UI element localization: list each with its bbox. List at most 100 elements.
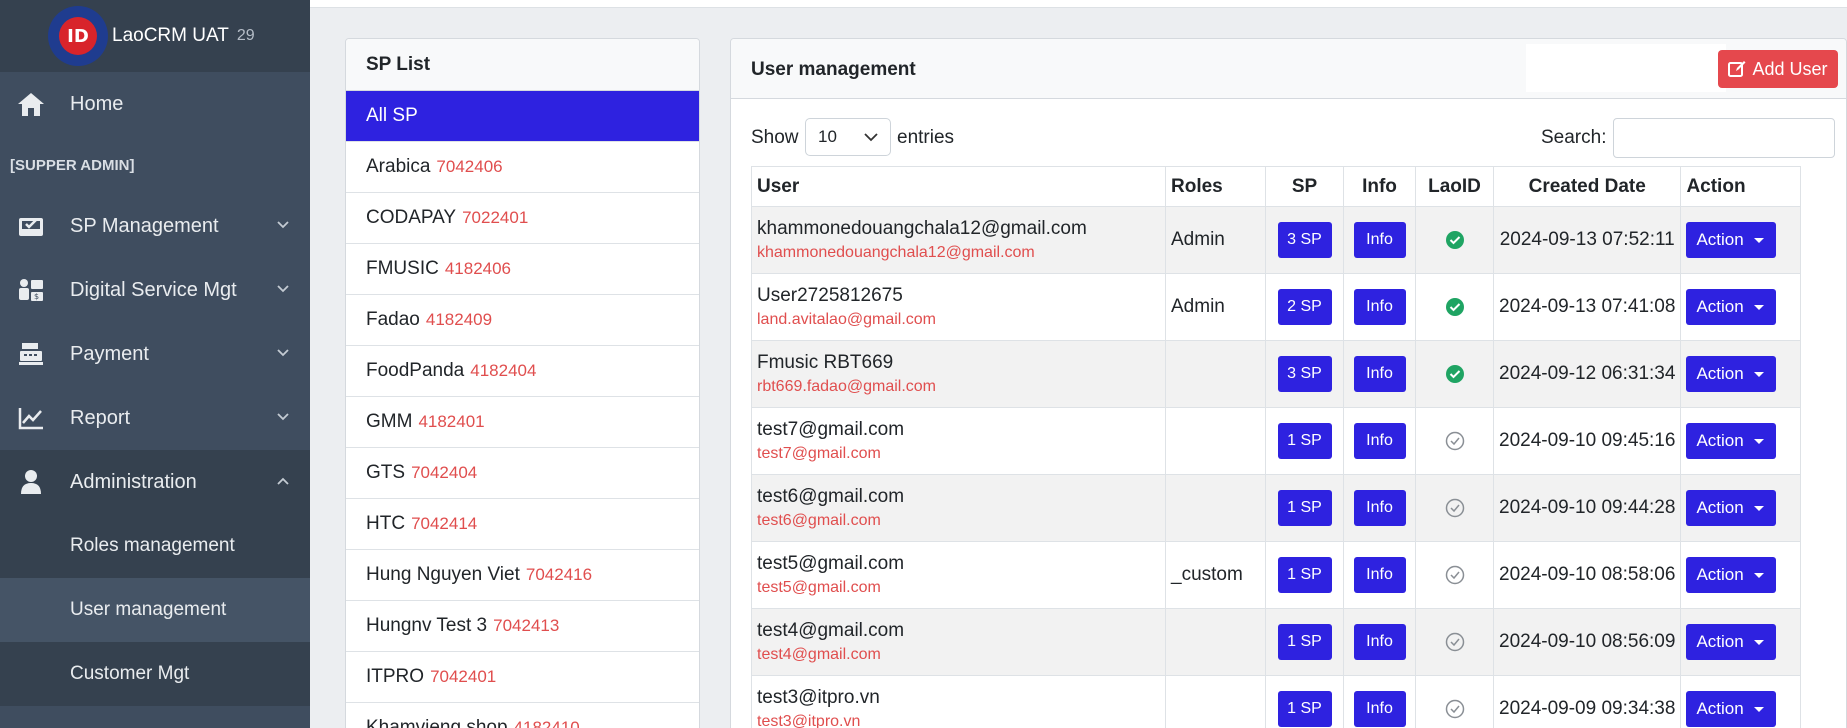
- action-dropdown-button[interactable]: Action: [1686, 624, 1777, 660]
- cell-info: Info: [1343, 541, 1416, 609]
- sp-list-item[interactable]: Hungnv Test 3 7042413: [346, 601, 699, 652]
- caret-down-icon: [1754, 707, 1765, 712]
- info-button[interactable]: Info: [1353, 356, 1406, 392]
- check-circle-icon: [1445, 364, 1465, 384]
- sp-list-item[interactable]: FoodPanda 4182404: [346, 346, 699, 397]
- info-button[interactable]: Info: [1353, 222, 1406, 258]
- cell-action: Action: [1680, 407, 1802, 475]
- cell-action: Action: [1680, 273, 1802, 341]
- check-circle-outline-icon: [1445, 699, 1465, 719]
- sp-list-item[interactable]: ITPRO 7042401: [346, 652, 699, 703]
- action-dropdown-button[interactable]: Action: [1686, 289, 1777, 325]
- sp-code: 7042401: [430, 667, 497, 686]
- check-circle-outline-icon: [1445, 431, 1465, 451]
- sidebar-item-payment[interactable]: Payment: [0, 322, 310, 386]
- sp-code: 4182410: [513, 718, 580, 728]
- info-button[interactable]: Info: [1353, 289, 1406, 325]
- sidebar-item-home[interactable]: Home: [0, 72, 310, 136]
- action-dropdown-button[interactable]: Action: [1686, 691, 1777, 727]
- action-label: Action: [1696, 364, 1744, 383]
- sidebar-item-administration[interactable]: Administration: [0, 450, 310, 514]
- info-button[interactable]: Info: [1353, 624, 1406, 660]
- sp-name: FoodPanda: [366, 360, 465, 381]
- table-row: User2725812675 land.avitalao@gmail.com Adm…: [751, 273, 1802, 341]
- sidebar-item-digital-service[interactable]: $ Digital Service Mgt: [0, 258, 310, 322]
- user-email: test4@gmail.com: [757, 646, 881, 663]
- column-header-action[interactable]: Action: [1680, 166, 1802, 207]
- card-title: User management: [751, 59, 916, 80]
- sp-list-item[interactable]: Arabica 7042406: [346, 142, 699, 193]
- action-dropdown-button[interactable]: Action: [1686, 423, 1777, 459]
- sp-list-item[interactable]: Khamvieng shop 4182410: [346, 703, 699, 728]
- action-dropdown-button[interactable]: Action: [1686, 356, 1777, 392]
- top-bar: [310, 0, 1847, 8]
- cell-role: Admin: [1165, 206, 1266, 274]
- sp-count-button[interactable]: 1 SP: [1277, 423, 1332, 459]
- sp-list-item[interactable]: HTC 7042414: [346, 499, 699, 550]
- search-input[interactable]: [1613, 118, 1835, 158]
- caret-down-icon: [1754, 305, 1765, 310]
- action-dropdown-button[interactable]: Action: [1686, 490, 1777, 526]
- action-dropdown-button[interactable]: Action: [1686, 557, 1777, 593]
- column-header-sp[interactable]: SP: [1265, 166, 1344, 207]
- sidebar-item-customer-mgt[interactable]: Customer Mgt: [0, 642, 310, 706]
- sp-list-item[interactable]: GMM 4182401: [346, 397, 699, 448]
- sp-count-button[interactable]: 1 SP: [1277, 557, 1332, 593]
- caret-down-icon: [1754, 506, 1765, 511]
- sp-count-button[interactable]: 1 SP: [1277, 691, 1332, 727]
- cell-sp: 3 SP: [1265, 206, 1344, 274]
- brand-name: LaoCRM UAT: [112, 25, 229, 46]
- cell-laoid: [1415, 206, 1494, 274]
- info-button[interactable]: Info: [1353, 423, 1406, 459]
- chevron-down-icon: [277, 349, 289, 357]
- cell-user: test7@gmail.com test7@gmail.com: [751, 407, 1166, 475]
- column-header-roles[interactable]: Roles: [1165, 166, 1266, 207]
- column-header-info[interactable]: Info: [1343, 166, 1416, 207]
- sp-name: FMUSIC: [366, 258, 439, 279]
- sp-count-button[interactable]: 3 SP: [1277, 356, 1332, 392]
- column-header-user[interactable]: User: [751, 166, 1166, 207]
- user-name: test6@gmail.com: [757, 486, 905, 507]
- cell-created-date: 2024-09-10 09:45:16: [1492, 407, 1682, 475]
- user-email: test7@gmail.com: [757, 445, 881, 462]
- sidebar-item-sp-management[interactable]: SP Management: [0, 194, 310, 258]
- sp-list-item[interactable]: Hung Nguyen Viet 7042416: [346, 550, 699, 601]
- info-button[interactable]: Info: [1353, 691, 1406, 727]
- table-row: test5@gmail.com test5@gmail.com _custom 1 S…: [751, 541, 1802, 609]
- action-dropdown-button[interactable]: Action: [1686, 222, 1777, 258]
- sidebar-item-roles-management[interactable]: Roles management: [0, 514, 310, 578]
- sidebar-item-report[interactable]: Report: [0, 386, 310, 450]
- sp-count-button[interactable]: 1 SP: [1277, 490, 1332, 526]
- people-money-icon: $: [16, 275, 46, 305]
- user-email: test3@itpro.vn: [757, 713, 861, 728]
- sp-list-item-all[interactable]: All SP: [346, 91, 699, 142]
- check-circle-outline-icon: [1445, 498, 1465, 518]
- cell-laoid: [1415, 608, 1494, 676]
- sp-list-item[interactable]: Fadao 4182409: [346, 295, 699, 346]
- column-header-laoid[interactable]: LaoID: [1415, 166, 1494, 207]
- sp-code: 7042404: [411, 463, 478, 482]
- cell-action: Action: [1680, 340, 1802, 408]
- sp-list-item[interactable]: GTS 7042404: [346, 448, 699, 499]
- caret-down-icon: [1754, 573, 1765, 578]
- sp-count-button[interactable]: 3 SP: [1277, 222, 1332, 258]
- column-header-created-date[interactable]: Created Date: [1492, 166, 1682, 207]
- entries-select[interactable]: 10: [805, 118, 891, 156]
- action-label: Action: [1696, 498, 1744, 517]
- user-name: test5@gmail.com: [757, 553, 905, 574]
- brand[interactable]: ID LaoCRM UAT 29: [0, 0, 310, 72]
- sidebar-item-user-management[interactable]: User management: [0, 578, 310, 642]
- info-button[interactable]: Info: [1353, 490, 1406, 526]
- cell-laoid: [1415, 407, 1494, 475]
- info-button[interactable]: Info: [1353, 557, 1406, 593]
- add-user-label: Add User: [1752, 58, 1828, 79]
- sp-list-item[interactable]: CODAPAY 7022401: [346, 193, 699, 244]
- sp-code: 4182406: [444, 259, 512, 278]
- sp-list-item[interactable]: FMUSIC 4182406: [346, 244, 699, 295]
- cell-info: Info: [1343, 474, 1416, 542]
- sp-count-button[interactable]: 1 SP: [1277, 624, 1332, 660]
- add-user-button[interactable]: Add User: [1718, 50, 1838, 88]
- sidebar-section-title: [SUPPER ADMIN]: [10, 156, 135, 174]
- sp-count-button[interactable]: 2 SP: [1277, 289, 1332, 325]
- cell-info: Info: [1343, 340, 1416, 408]
